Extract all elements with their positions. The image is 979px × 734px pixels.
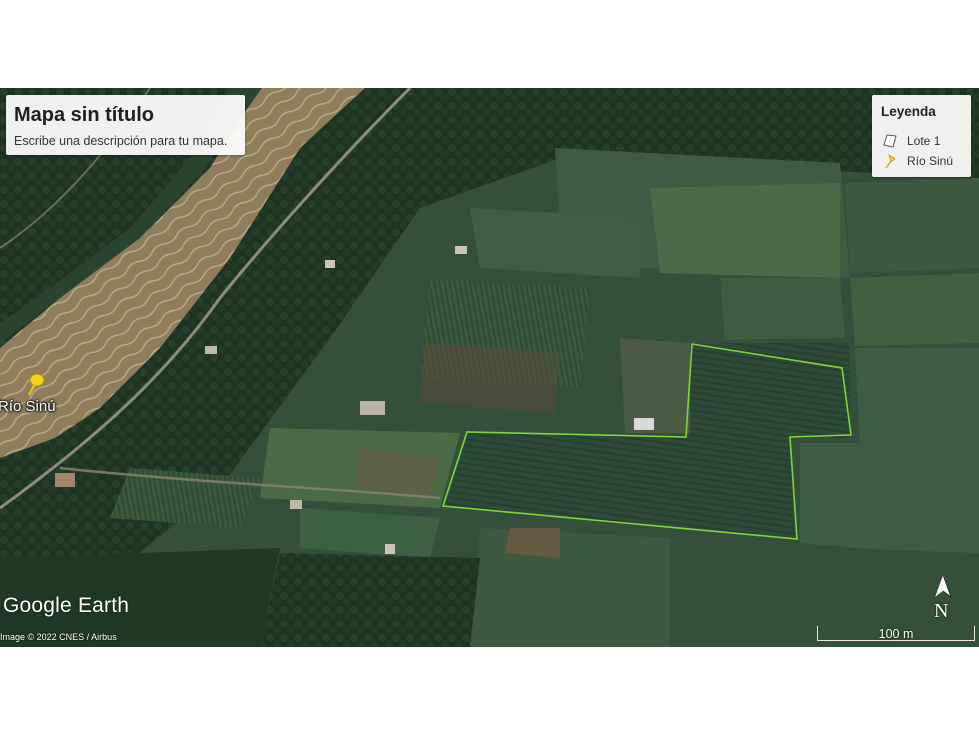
imagery-credit: Image © 2022 CNES / Airbus <box>0 632 117 642</box>
legend-title: Leyenda <box>881 104 936 119</box>
map-title-card[interactable]: Mapa sin título Escribe una descripción … <box>6 95 245 155</box>
polygon-icon <box>883 134 897 148</box>
satellite-map[interactable]: Mapa sin título Escribe una descripción … <box>0 88 979 647</box>
scale-bar: 100 m <box>817 626 975 641</box>
north-arrow[interactable]: N <box>929 573 957 625</box>
legend-item-label: Lote 1 <box>907 134 941 148</box>
legend-item-label: Río Sinú <box>907 154 954 168</box>
legend-item-lote-1[interactable]: Lote 1 <box>882 133 940 149</box>
placemark-label[interactable]: Río Sinú <box>0 398 56 415</box>
map-title[interactable]: Mapa sin título <box>14 104 154 127</box>
legend-panel: Leyenda Lote 1 Río Sinú <box>872 95 971 177</box>
yellow-pushpin-icon[interactable] <box>24 371 48 397</box>
yellow-pushpin-icon <box>885 154 896 169</box>
compass-label: N <box>934 600 949 622</box>
legend-item-rio-sinu[interactable]: Río Sinú <box>882 153 953 169</box>
compass-arrow-icon <box>934 573 952 599</box>
scale-label: 100 m <box>878 627 914 641</box>
map-description[interactable]: Escribe una descripción para tu mapa. <box>14 134 227 148</box>
satellite-imagery <box>0 88 979 647</box>
google-earth-logo: Google Earth <box>3 594 130 617</box>
